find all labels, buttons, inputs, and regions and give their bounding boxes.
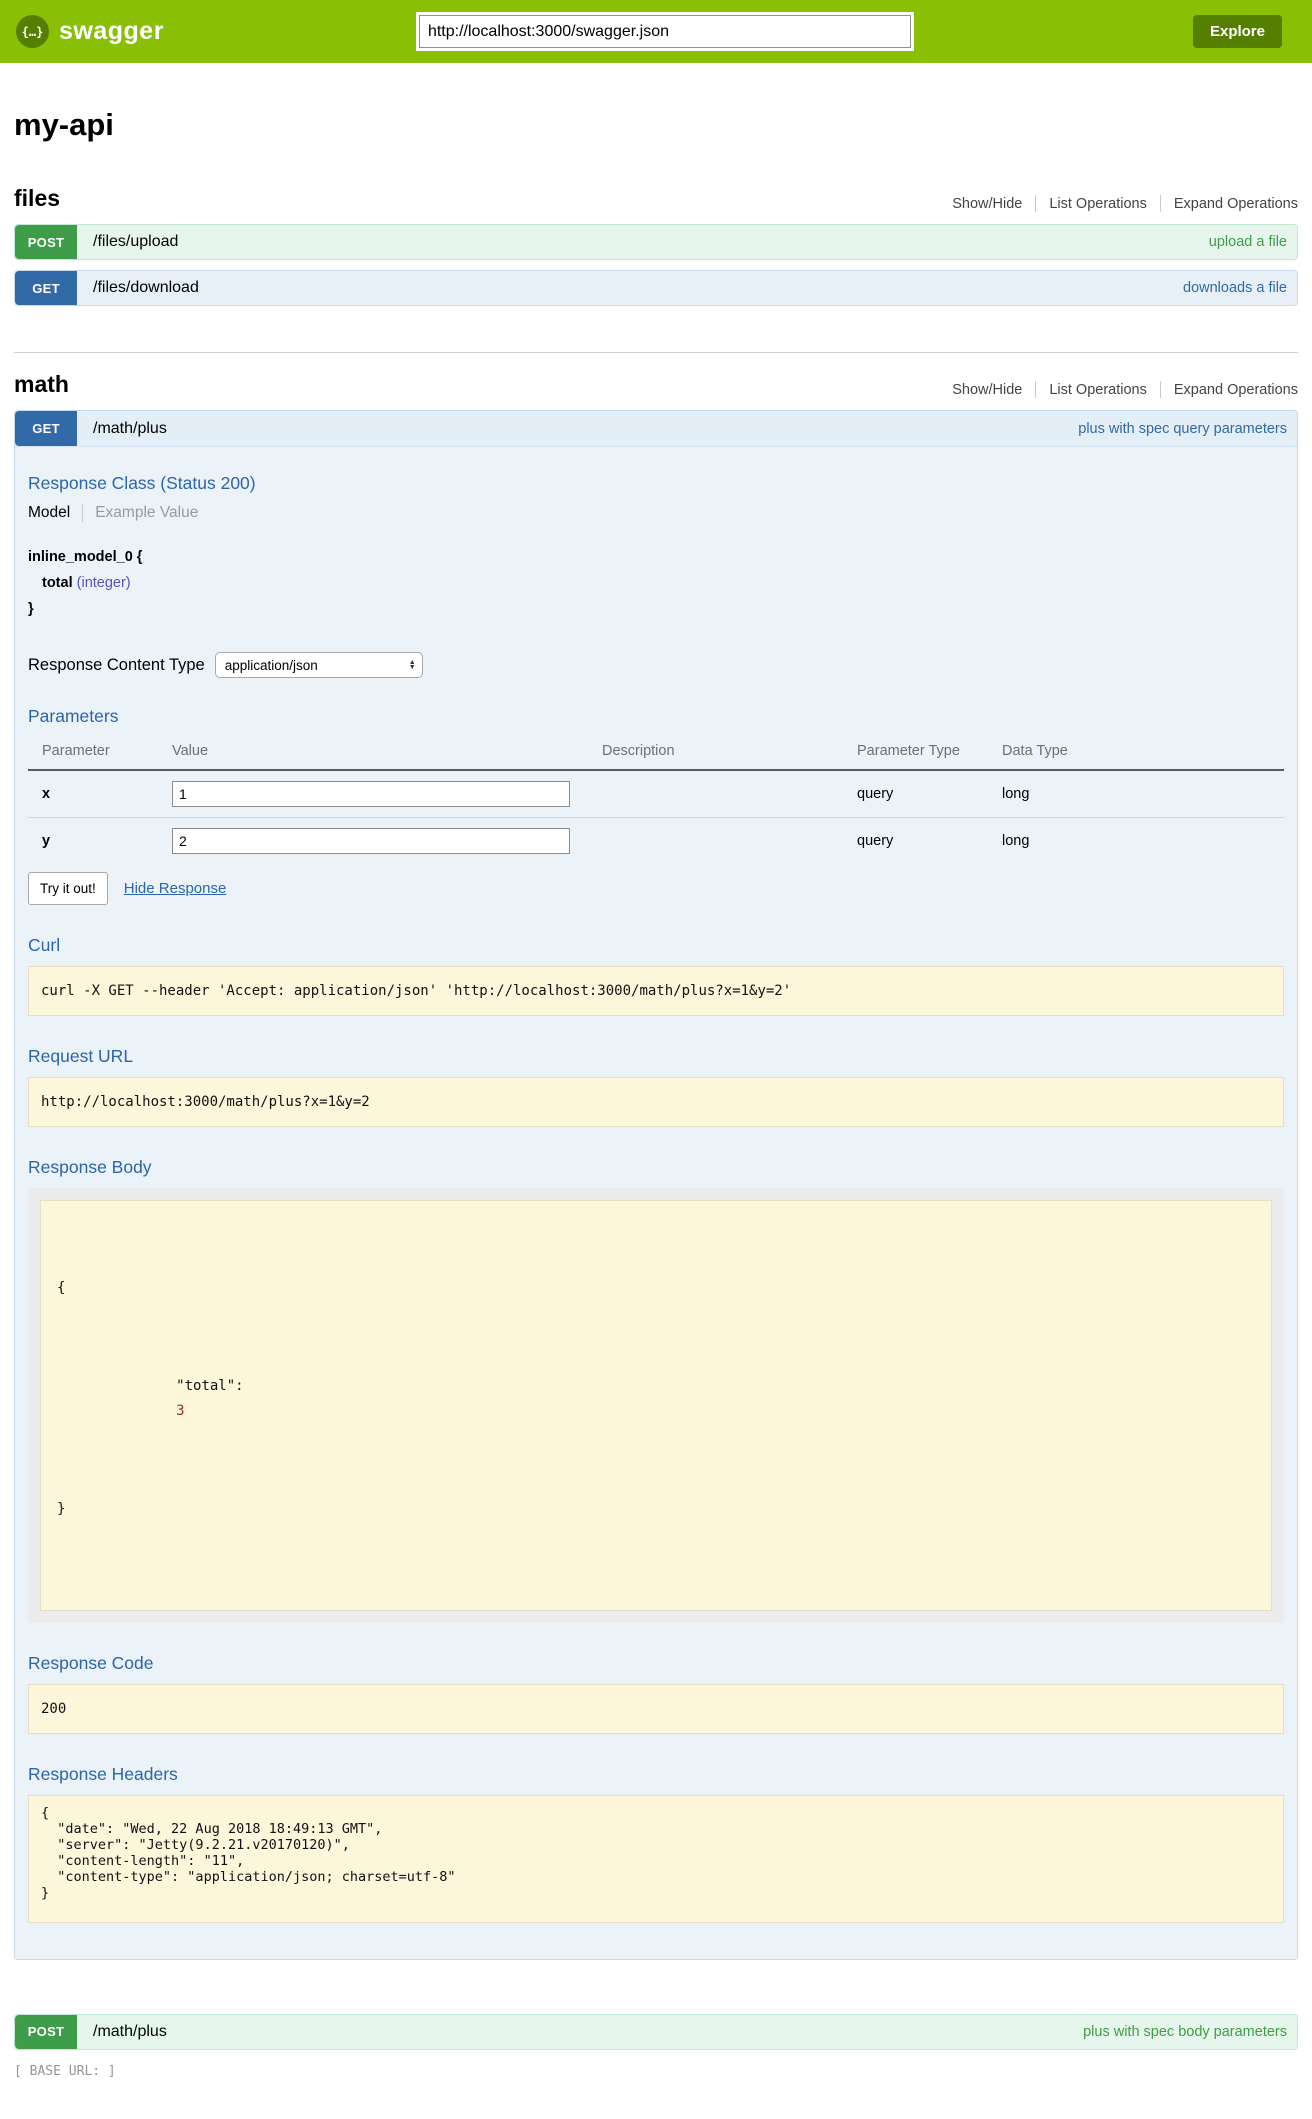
files-section-title[interactable]: files [14, 185, 60, 212]
response-code-heading: Response Code [28, 1653, 1284, 1674]
spec-url-input[interactable] [419, 15, 911, 48]
op-row-math-plus-get[interactable]: GET /math/plus plus with spec query para… [15, 411, 1297, 447]
model-property: total (integer) [28, 570, 1284, 596]
response-headers-heading: Response Headers [28, 1764, 1284, 1785]
app-header: {…} swagger Explore [0, 0, 1312, 63]
math-expand-operations-link[interactable]: Expand Operations [1174, 382, 1298, 398]
model-close-brace: } [28, 596, 1284, 622]
tab-model[interactable]: Model [28, 504, 83, 522]
swagger-logo[interactable]: {…} swagger [16, 15, 164, 48]
json-total-line: "total": 3 [57, 1350, 1255, 1448]
op-summary-math-plus-post[interactable]: plus with spec body parameters [1083, 2024, 1287, 2040]
param-data-type: long [998, 818, 1284, 865]
op-row-files-download[interactable]: GET /files/download downloads a file [14, 270, 1298, 306]
section-divider [14, 352, 1298, 353]
select-arrows-icon: ▲▼ [409, 660, 416, 670]
param-row-x: x query long [28, 770, 1284, 818]
response-headers-json: { "date": "Wed, 22 Aug 2018 18:49:13 GMT… [28, 1795, 1284, 1923]
col-parameter: Parameter [28, 737, 168, 770]
response-class-heading: Response Class (Status 200) [28, 473, 1284, 494]
post-method-badge: POST [15, 2015, 77, 2049]
response-content-type-select[interactable]: application/json ▲▼ [215, 652, 423, 678]
math-section-controls: Show/Hide List Operations Expand Operati… [952, 381, 1298, 398]
op-path-files-upload[interactable]: /files/upload [93, 233, 178, 251]
files-expand-operations-link[interactable]: Expand Operations [1174, 196, 1298, 212]
files-show-hide-link[interactable]: Show/Hide [952, 196, 1022, 212]
param-description [598, 770, 853, 818]
separator [1035, 195, 1036, 212]
response-code-value: 200 [28, 1684, 1284, 1734]
swagger-logo-text: swagger [59, 17, 164, 46]
math-show-hide-link[interactable]: Show/Hide [952, 382, 1022, 398]
col-data-type: Data Type [998, 737, 1284, 770]
try-it-out-button[interactable]: Try it out! [28, 872, 108, 905]
param-y-input[interactable] [172, 828, 570, 854]
model-property-type: (integer) [77, 575, 131, 591]
param-x-input[interactable] [172, 781, 570, 807]
operation-panel: Response Class (Status 200) Model Exampl… [15, 447, 1297, 1959]
selected-content-type: application/json [225, 658, 318, 673]
json-key: "total": [176, 1378, 243, 1394]
op-row-files-upload[interactable]: POST /files/upload upload a file [14, 224, 1298, 260]
json-close-brace: } [57, 1497, 1255, 1522]
api-title: my-api [14, 107, 1298, 143]
op-path-math-plus-post[interactable]: /math/plus [93, 2023, 167, 2041]
swagger-logo-icon: {…} [16, 15, 49, 48]
files-section-header: files Show/Hide List Operations Expand O… [14, 185, 1298, 212]
math-section-header: math Show/Hide List Operations Expand Op… [14, 371, 1298, 398]
request-url-heading: Request URL [28, 1046, 1284, 1067]
separator [1035, 381, 1036, 398]
model-open-brace: inline_model_0 { [28, 544, 1284, 570]
param-name: x [28, 770, 168, 818]
hide-response-link[interactable]: Hide Response [124, 880, 227, 897]
response-body-wrapper: { "total": 3 } [28, 1188, 1284, 1623]
tab-example-value[interactable]: Example Value [83, 504, 198, 522]
parameters-heading: Parameters [28, 706, 1284, 727]
response-body-heading: Response Body [28, 1157, 1284, 1178]
get-method-badge: GET [15, 411, 77, 446]
col-description: Description [598, 737, 853, 770]
base-url-footer: [ BASE URL: ] [0, 2050, 1312, 2079]
op-block-math-plus-get: GET /math/plus plus with spec query para… [14, 410, 1298, 1960]
op-summary-files-download[interactable]: downloads a file [1183, 280, 1287, 296]
separator [1160, 381, 1161, 398]
math-list-operations-link[interactable]: List Operations [1049, 382, 1147, 398]
param-description [598, 818, 853, 865]
response-content-type-row: Response Content Type application/json ▲… [28, 652, 1284, 678]
curl-command: curl -X GET --header 'Accept: applicatio… [28, 966, 1284, 1016]
model-signature: inline_model_0 { total (integer) } [28, 544, 1284, 622]
separator [1160, 195, 1161, 212]
files-list-operations-link[interactable]: List Operations [1049, 196, 1147, 212]
param-row-y: y query long [28, 818, 1284, 865]
files-section-controls: Show/Hide List Operations Expand Operati… [952, 195, 1298, 212]
col-value: Value [168, 737, 598, 770]
response-body-json: { "total": 3 } [40, 1200, 1272, 1611]
param-type: query [853, 770, 998, 818]
get-method-badge: GET [15, 271, 77, 305]
page-content: my-api files Show/Hide List Operations E… [0, 107, 1312, 2050]
op-summary-files-upload[interactable]: upload a file [1209, 234, 1287, 250]
explore-button[interactable]: Explore [1193, 15, 1282, 48]
json-open-brace: { [57, 1276, 1255, 1301]
curl-heading: Curl [28, 935, 1284, 956]
op-summary-math-plus-get[interactable]: plus with spec query parameters [1078, 421, 1287, 437]
op-path-files-download[interactable]: /files/download [93, 279, 199, 297]
request-url-value: http://localhost:3000/math/plus?x=1&y=2 [28, 1077, 1284, 1127]
param-data-type: long [998, 770, 1284, 818]
param-name: y [28, 818, 168, 865]
json-value: 3 [176, 1403, 184, 1419]
post-method-badge: POST [15, 225, 77, 259]
math-section-title[interactable]: math [14, 371, 69, 398]
actions-row: Try it out! Hide Response [28, 872, 1284, 905]
op-path-math-plus-get[interactable]: /math/plus [93, 420, 167, 438]
param-type: query [853, 818, 998, 865]
response-class-tabs: Model Example Value [28, 504, 1284, 522]
response-content-type-label: Response Content Type [28, 656, 205, 675]
model-property-name: total [42, 575, 73, 591]
col-parameter-type: Parameter Type [853, 737, 998, 770]
parameters-table: Parameter Value Description Parameter Ty… [28, 737, 1284, 864]
op-row-math-plus-post[interactable]: POST /math/plus plus with spec body para… [14, 2014, 1298, 2050]
